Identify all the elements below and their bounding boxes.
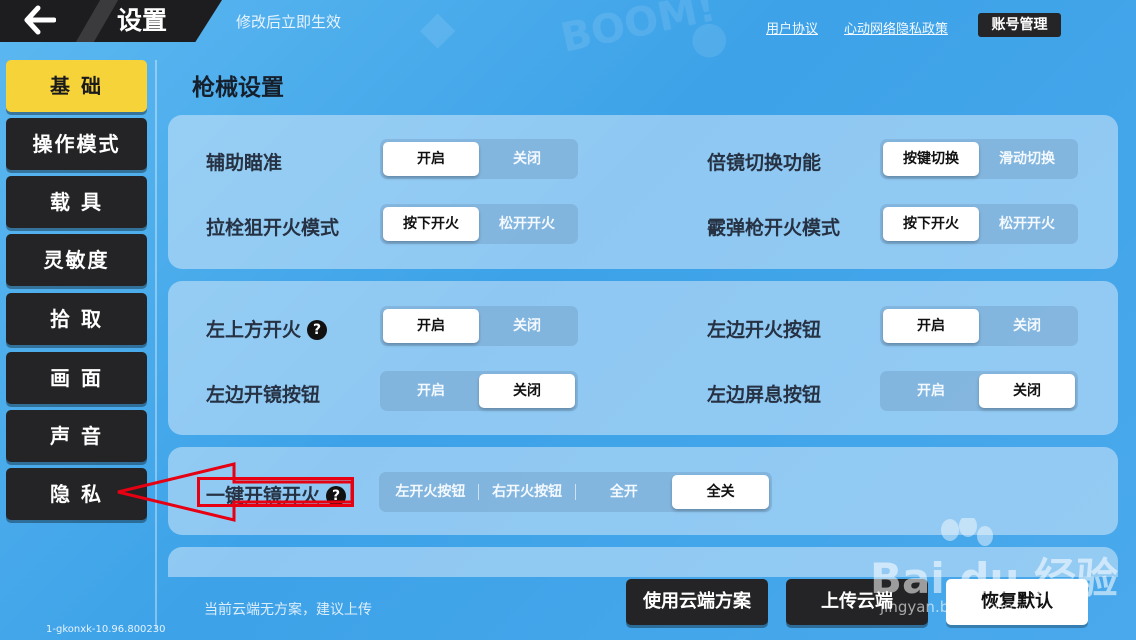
top-left-fire-toggle: 开启 关闭 xyxy=(380,306,578,346)
shotgun-fire-label: 霰弹枪开火模式 xyxy=(707,217,841,239)
one-key-scope-selector: 左开火按钮 右开火按钮 全开 全关 xyxy=(379,472,772,512)
aim-assist-label: 辅助瞄准 xyxy=(206,152,283,174)
scope-slide-switch-option[interactable]: 滑动切换 xyxy=(979,142,1075,176)
left-hold-breath-on-option[interactable]: 开启 xyxy=(883,374,979,408)
scope-switch-label: 倍镜切换功能 xyxy=(707,152,822,174)
top-left-fire-on-option[interactable]: 开启 xyxy=(383,309,479,343)
scope-key-switch-option[interactable]: 按键切换 xyxy=(883,142,979,176)
privacy-policy-link[interactable]: 心动网络隐私政策 xyxy=(844,18,948,37)
back-arrow-icon[interactable] xyxy=(24,5,56,35)
scope-switch-toggle: 按键切换 滑动切换 xyxy=(880,139,1078,179)
page-title: 设置 xyxy=(117,6,168,35)
sidebar-item-sound[interactable]: 声 音 xyxy=(6,410,147,462)
left-fire-button-on-option[interactable]: 开启 xyxy=(883,309,979,343)
bolt-fire-toggle: 按下开火 松开开火 xyxy=(380,204,578,244)
left-fire-button-toggle: 开启 关闭 xyxy=(880,306,1078,346)
aim-assist-on-option[interactable]: 开启 xyxy=(383,142,479,176)
version-label: 1-gkonxk-10.96.800230 xyxy=(46,624,166,635)
sidebar-item-pickup[interactable]: 拾 取 xyxy=(6,293,147,345)
sidebar-item-vehicle[interactable]: 载 具 xyxy=(6,176,147,228)
left-hold-breath-toggle: 开启 关闭 xyxy=(880,371,1078,411)
shotgun-press-fire-option[interactable]: 按下开火 xyxy=(883,207,979,241)
one-key-all-on-option[interactable]: 全开 xyxy=(576,475,673,509)
top-left-fire-off-option[interactable]: 关闭 xyxy=(479,309,575,343)
left-scope-off-option[interactable]: 关闭 xyxy=(479,374,575,408)
use-cloud-plan-button[interactable]: 使用云端方案 xyxy=(626,579,768,625)
top-bar: 设置 修改后立即生效 用户协议 心动网络隐私政策 账号管理 xyxy=(0,0,1136,42)
sidebar-divider xyxy=(155,60,157,630)
shotgun-fire-toggle: 按下开火 松开开火 xyxy=(880,204,1078,244)
one-key-all-off-option[interactable]: 全关 xyxy=(672,475,769,509)
account-management-button[interactable]: 账号管理 xyxy=(978,13,1061,37)
shotgun-release-fire-option[interactable]: 松开开火 xyxy=(979,207,1075,241)
sidebar-item-sensitivity[interactable]: 灵敏度 xyxy=(6,234,147,286)
left-hold-breath-off-option[interactable]: 关闭 xyxy=(979,374,1075,408)
header-hint: 修改后立即生效 xyxy=(236,13,342,31)
top-left-fire-text: 左上方开火 xyxy=(206,319,302,341)
help-icon[interactable]: ? xyxy=(307,320,328,340)
left-scope-on-option[interactable]: 开启 xyxy=(383,374,479,408)
user-agreement-link[interactable]: 用户协议 xyxy=(766,18,818,37)
bolt-release-fire-option[interactable]: 松开开火 xyxy=(479,207,575,241)
sidebar-item-graphics[interactable]: 画 面 xyxy=(6,352,147,404)
left-fire-button-label: 左边开火按钮 xyxy=(707,319,822,341)
bolt-press-fire-option[interactable]: 按下开火 xyxy=(383,207,479,241)
top-left-fire-label: 左上方开火? xyxy=(206,315,328,342)
cloud-hint: 当前云端无方案，建议上传 xyxy=(204,602,372,618)
section-title: 枪械设置 xyxy=(192,75,284,101)
sidebar-item-basic[interactable]: 基 础 xyxy=(6,60,147,112)
watermark-url: jingyan.baidu.com xyxy=(880,598,1019,616)
aim-assist-toggle: 开启 关闭 xyxy=(380,139,578,179)
left-scope-label: 左边开镜按钮 xyxy=(206,384,321,406)
aim-assist-off-option[interactable]: 关闭 xyxy=(479,142,575,176)
watermark-text: Bai du 经验 xyxy=(870,554,1118,603)
one-key-right-fire-option[interactable]: 右开火按钮 xyxy=(479,475,576,509)
bolt-fire-label: 拉栓狙开火模式 xyxy=(206,217,340,239)
one-key-left-fire-option[interactable]: 左开火按钮 xyxy=(382,475,479,509)
annotation-arrow-icon xyxy=(117,462,354,522)
left-fire-button-off-option[interactable]: 关闭 xyxy=(979,309,1075,343)
sidebar-item-control-mode[interactable]: 操作模式 xyxy=(6,118,147,170)
left-hold-breath-label: 左边屏息按钮 xyxy=(707,384,822,406)
settings-panel-fire-buttons xyxy=(168,281,1118,435)
left-scope-toggle: 开启 关闭 xyxy=(380,371,578,411)
